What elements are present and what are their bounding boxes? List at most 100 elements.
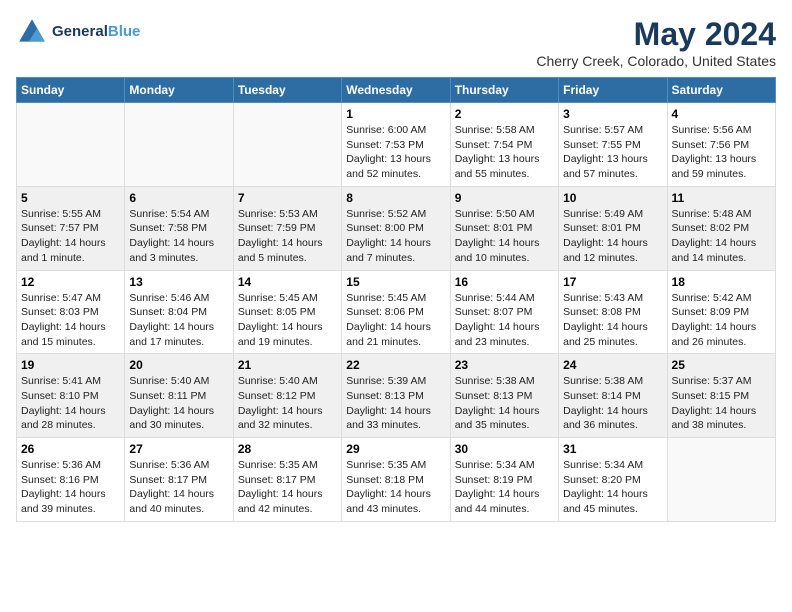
day-number: 2: [455, 107, 554, 121]
calendar-week-row: 26 Sunrise: 5:36 AMSunset: 8:16 PMDayligh…: [17, 438, 776, 522]
day-number: 6: [129, 191, 228, 205]
weekday-header-monday: Monday: [125, 78, 233, 103]
calendar-cell: 5 Sunrise: 5:55 AMSunset: 7:57 PMDaylight…: [17, 186, 125, 270]
weekday-header-wednesday: Wednesday: [342, 78, 450, 103]
day-info: Sunrise: 5:38 AMSunset: 8:13 PMDaylight:…: [455, 374, 554, 433]
calendar-cell: 11Sunrise: 5:48 AMSunset: 8:02 PMDayligh…: [667, 186, 775, 270]
calendar-cell: 25Sunrise: 5:37 AMSunset: 8:15 PMDayligh…: [667, 354, 775, 438]
day-info: Sunrise: 5:58 AMSunset: 7:54 PMDaylight:…: [455, 123, 554, 182]
day-number: 30: [455, 442, 554, 456]
calendar-cell: 26 Sunrise: 5:36 AMSunset: 8:16 PMDayligh…: [17, 438, 125, 522]
calendar-cell: 23 Sunrise: 5:38 AMSunset: 8:13 PMDayligh…: [450, 354, 558, 438]
day-number: 16: [455, 275, 554, 289]
day-info: Sunrise: 5:56 AMSunset: 7:56 PMDaylight:…: [672, 123, 771, 182]
calendar-cell: 15 Sunrise: 5:45 AMSunset: 8:06 PMDayligh…: [342, 270, 450, 354]
day-number: 15: [346, 275, 445, 289]
calendar-cell: 18 Sunrise: 5:42 AMSunset: 8:09 PMDayligh…: [667, 270, 775, 354]
calendar-week-row: 12Sunrise: 5:47 AMSunset: 8:03 PMDayligh…: [17, 270, 776, 354]
calendar-cell: 7 Sunrise: 5:53 AMSunset: 7:59 PMDaylight…: [233, 186, 341, 270]
day-number: 25: [672, 358, 771, 372]
weekday-header-row: SundayMondayTuesdayWednesdayThursdayFrid…: [17, 78, 776, 103]
day-info: Sunrise: 5:38 AMSunset: 8:14 PMDaylight:…: [563, 374, 662, 433]
day-number: 17: [563, 275, 662, 289]
day-info: Sunrise: 5:47 AMSunset: 8:03 PMDaylight:…: [21, 291, 120, 350]
weekday-header-thursday: Thursday: [450, 78, 558, 103]
day-info: Sunrise: 5:43 AMSunset: 8:08 PMDaylight:…: [563, 291, 662, 350]
day-info: Sunrise: 5:57 AMSunset: 7:55 PMDaylight:…: [563, 123, 662, 182]
day-info: Sunrise: 5:36 AMSunset: 8:17 PMDaylight:…: [129, 458, 228, 517]
day-info: Sunrise: 5:39 AMSunset: 8:13 PMDaylight:…: [346, 374, 445, 433]
calendar-cell: 2 Sunrise: 5:58 AMSunset: 7:54 PMDaylight…: [450, 103, 558, 187]
calendar-cell: 31Sunrise: 5:34 AMSunset: 8:20 PMDayligh…: [559, 438, 667, 522]
main-title: May 2024: [536, 16, 776, 53]
calendar-cell: 3Sunrise: 5:57 AMSunset: 7:55 PMDaylight…: [559, 103, 667, 187]
day-info: Sunrise: 5:53 AMSunset: 7:59 PMDaylight:…: [238, 207, 337, 266]
day-info: Sunrise: 5:41 AMSunset: 8:10 PMDaylight:…: [21, 374, 120, 433]
day-number: 8: [346, 191, 445, 205]
title-block: May 2024 Cherry Creek, Colorado, United …: [536, 16, 776, 69]
day-info: Sunrise: 5:42 AMSunset: 8:09 PMDaylight:…: [672, 291, 771, 350]
day-info: Sunrise: 5:34 AMSunset: 8:19 PMDaylight:…: [455, 458, 554, 517]
calendar-week-row: 1 Sunrise: 6:00 AMSunset: 7:53 PMDaylight…: [17, 103, 776, 187]
calendar-cell: 10 Sunrise: 5:49 AMSunset: 8:01 PMDayligh…: [559, 186, 667, 270]
calendar-cell: 6Sunrise: 5:54 AMSunset: 7:58 PMDaylight…: [125, 186, 233, 270]
calendar-cell: 16 Sunrise: 5:44 AMSunset: 8:07 PMDayligh…: [450, 270, 558, 354]
day-info: Sunrise: 5:49 AMSunset: 8:01 PMDaylight:…: [563, 207, 662, 266]
day-info: Sunrise: 5:45 AMSunset: 8:06 PMDaylight:…: [346, 291, 445, 350]
logo-icon: [16, 16, 48, 48]
day-number: 11: [672, 191, 771, 205]
calendar-cell: [667, 438, 775, 522]
weekday-header-friday: Friday: [559, 78, 667, 103]
day-number: 28: [238, 442, 337, 456]
subtitle: Cherry Creek, Colorado, United States: [536, 53, 776, 69]
day-number: 1: [346, 107, 445, 121]
day-number: 27: [129, 442, 228, 456]
day-number: 10: [563, 191, 662, 205]
day-info: Sunrise: 5:35 AMSunset: 8:17 PMDaylight:…: [238, 458, 337, 517]
weekday-header-saturday: Saturday: [667, 78, 775, 103]
day-info: Sunrise: 6:00 AMSunset: 7:53 PMDaylight:…: [346, 123, 445, 182]
day-info: Sunrise: 5:40 AMSunset: 8:11 PMDaylight:…: [129, 374, 228, 433]
weekday-header-tuesday: Tuesday: [233, 78, 341, 103]
calendar-cell: 27 Sunrise: 5:36 AMSunset: 8:17 PMDayligh…: [125, 438, 233, 522]
day-number: 19: [21, 358, 120, 372]
calendar-cell: 30 Sunrise: 5:34 AMSunset: 8:19 PMDayligh…: [450, 438, 558, 522]
day-info: Sunrise: 5:55 AMSunset: 7:57 PMDaylight:…: [21, 207, 120, 266]
day-info: Sunrise: 5:46 AMSunset: 8:04 PMDaylight:…: [129, 291, 228, 350]
day-info: Sunrise: 5:44 AMSunset: 8:07 PMDaylight:…: [455, 291, 554, 350]
day-number: 24: [563, 358, 662, 372]
calendar-cell: 17 Sunrise: 5:43 AMSunset: 8:08 PMDayligh…: [559, 270, 667, 354]
calendar-cell: 24 Sunrise: 5:38 AMSunset: 8:14 PMDayligh…: [559, 354, 667, 438]
calendar-cell: 14 Sunrise: 5:45 AMSunset: 8:05 PMDayligh…: [233, 270, 341, 354]
day-info: Sunrise: 5:35 AMSunset: 8:18 PMDaylight:…: [346, 458, 445, 517]
calendar-cell: 29 Sunrise: 5:35 AMSunset: 8:18 PMDayligh…: [342, 438, 450, 522]
day-number: 21: [238, 358, 337, 372]
calendar-week-row: 19 Sunrise: 5:41 AMSunset: 8:10 PMDayligh…: [17, 354, 776, 438]
day-number: 4: [672, 107, 771, 121]
day-info: Sunrise: 5:45 AMSunset: 8:05 PMDaylight:…: [238, 291, 337, 350]
day-number: 26: [21, 442, 120, 456]
day-number: 20: [129, 358, 228, 372]
day-number: 14: [238, 275, 337, 289]
calendar-cell: 12Sunrise: 5:47 AMSunset: 8:03 PMDayligh…: [17, 270, 125, 354]
calendar-cell: 20 Sunrise: 5:40 AMSunset: 8:11 PMDayligh…: [125, 354, 233, 438]
day-info: Sunrise: 5:52 AMSunset: 8:00 PMDaylight:…: [346, 207, 445, 266]
calendar-cell: 19 Sunrise: 5:41 AMSunset: 8:10 PMDayligh…: [17, 354, 125, 438]
day-number: 7: [238, 191, 337, 205]
logo: GeneralBlue: [16, 16, 140, 48]
calendar-cell: 1 Sunrise: 6:00 AMSunset: 7:53 PMDaylight…: [342, 103, 450, 187]
day-number: 23: [455, 358, 554, 372]
day-info: Sunrise: 5:34 AMSunset: 8:20 PMDaylight:…: [563, 458, 662, 517]
day-number: 29: [346, 442, 445, 456]
day-number: 18: [672, 275, 771, 289]
calendar-cell: 13Sunrise: 5:46 AMSunset: 8:04 PMDayligh…: [125, 270, 233, 354]
logo-text: GeneralBlue: [52, 23, 140, 41]
calendar-cell: 9Sunrise: 5:50 AMSunset: 8:01 PMDaylight…: [450, 186, 558, 270]
calendar-cell: [233, 103, 341, 187]
day-number: 5: [21, 191, 120, 205]
calendar-cell: 4 Sunrise: 5:56 AMSunset: 7:56 PMDaylight…: [667, 103, 775, 187]
calendar-cell: [17, 103, 125, 187]
calendar-week-row: 5 Sunrise: 5:55 AMSunset: 7:57 PMDaylight…: [17, 186, 776, 270]
day-info: Sunrise: 5:36 AMSunset: 8:16 PMDaylight:…: [21, 458, 120, 517]
page-header: GeneralBlue May 2024 Cherry Creek, Color…: [16, 16, 776, 69]
